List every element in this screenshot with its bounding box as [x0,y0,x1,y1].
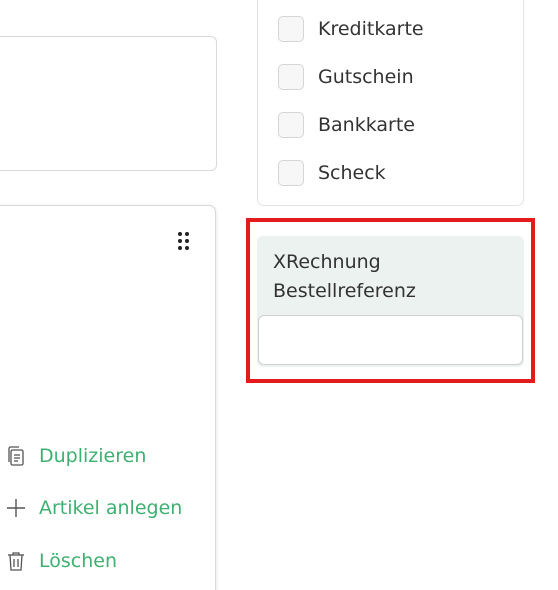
gutschein-checkbox[interactable] [278,64,304,90]
bankkarte-label: Bankkarte [318,114,415,136]
drag-handle-icon[interactable] [178,232,190,252]
add-article-label: Artikel anlegen [39,497,183,519]
duplicate-icon [4,444,28,468]
line-item-card [0,205,216,590]
notes-textarea[interactable] [0,36,217,171]
add-article-button[interactable]: Artikel anlegen [4,494,182,522]
kreditkarte-checkbox[interactable] [278,16,304,42]
gutschein-label: Gutschein [318,66,414,88]
highlight-frame [246,218,535,383]
bankkarte-checkbox[interactable] [278,112,304,138]
delete-button[interactable]: Löschen [4,547,117,575]
payment-option-gutschein[interactable]: Gutschein [278,63,414,91]
scheck-checkbox[interactable] [278,160,304,186]
plus-icon [4,496,28,520]
kreditkarte-label: Kreditkarte [318,18,424,40]
delete-label: Löschen [39,550,117,572]
payment-option-scheck[interactable]: Scheck [278,159,386,187]
duplicate-button[interactable]: Duplizieren [4,442,146,470]
duplicate-label: Duplizieren [39,445,147,467]
payment-option-bankkarte[interactable]: Bankkarte [278,111,415,139]
scheck-label: Scheck [318,162,386,184]
payment-option-kreditkarte[interactable]: Kreditkarte [278,15,424,43]
trash-icon [4,549,28,573]
